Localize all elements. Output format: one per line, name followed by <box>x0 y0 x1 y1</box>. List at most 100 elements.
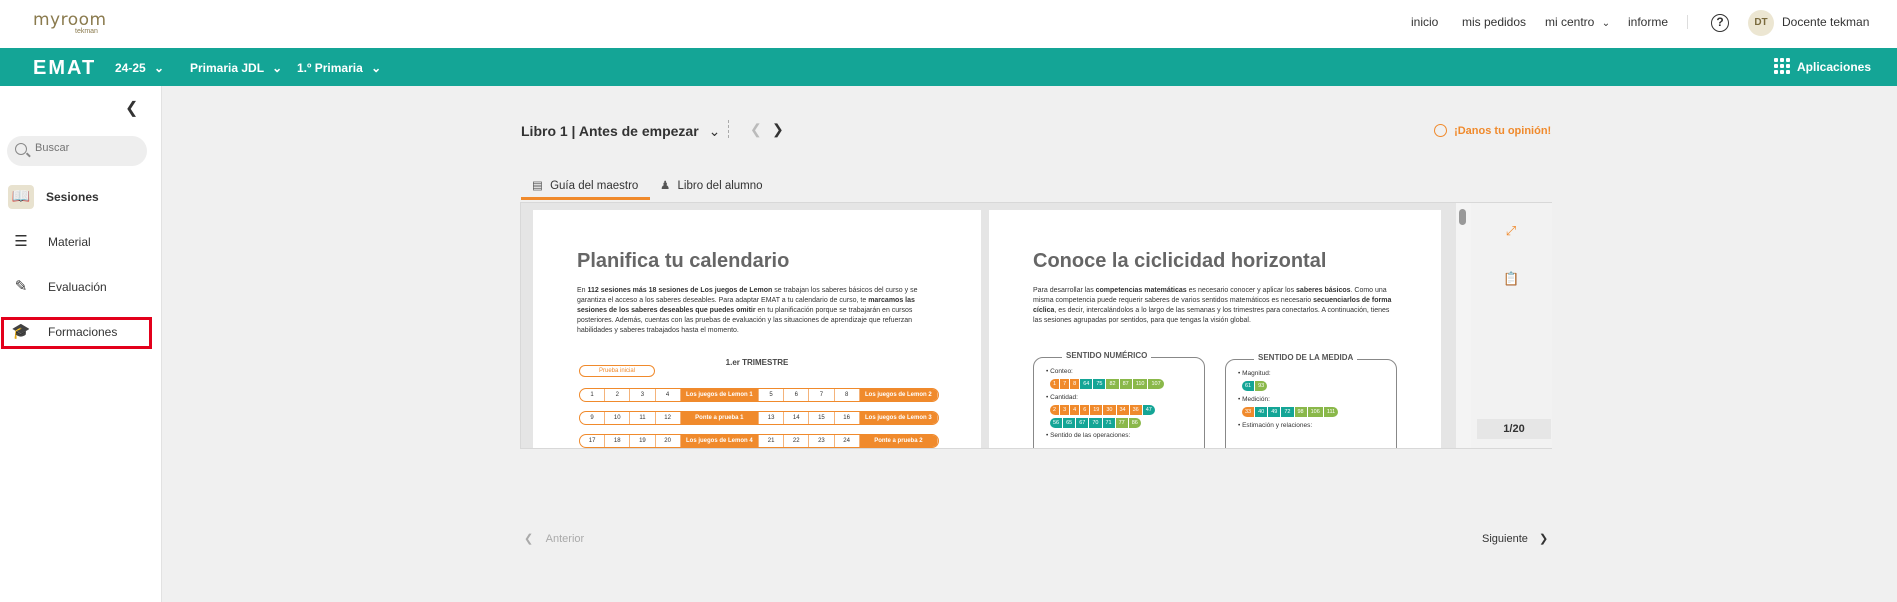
session-chip: 110 <box>1132 379 1148 389</box>
search-icon <box>15 143 27 155</box>
chevron-down-icon: ⌄ <box>708 123 721 139</box>
sidebar-item-label: Sesiones <box>46 190 99 204</box>
estimacion-label: • Estimación y relaciones: <box>1238 422 1313 429</box>
session-chip: 82 <box>1106 379 1119 389</box>
sidebar-item-material[interactable]: ☰ Material <box>0 225 162 259</box>
session-chip: 34 <box>1116 405 1129 415</box>
session-chip: 3 <box>1060 405 1070 415</box>
session-chip: 2 <box>1050 405 1060 415</box>
scrollbar-thumb[interactable] <box>1459 209 1466 225</box>
book-selector[interactable]: Libro 1 | Antes de empezar ⌄ <box>521 123 720 140</box>
page-left: Planifica tu calendario En 112 sesiones … <box>533 210 981 448</box>
sidebar-item-label: Evaluación <box>48 280 107 294</box>
feedback-link[interactable]: ¡Danos tu opinión! <box>1434 124 1551 137</box>
session-chip: 7 <box>1060 379 1070 389</box>
box-title: SENTIDO NUMÉRICO <box>1062 351 1152 360</box>
tab-guia-del-maestro[interactable]: ▤ Guía del maestro <box>521 178 650 200</box>
previous-button[interactable]: ❮ Anterior <box>524 532 584 545</box>
sidebar-item-sesiones[interactable]: 📖 Sesiones <box>0 180 162 214</box>
avatar[interactable]: DT <box>1748 10 1774 36</box>
session-chip: 33 <box>1242 407 1255 417</box>
session-chip: 77 <box>1115 418 1128 428</box>
fullscreen-icon[interactable]: ⤢ <box>1503 223 1519 239</box>
scrollbar[interactable] <box>1456 203 1471 448</box>
nav-mi-centro-label: mi centro <box>1545 15 1595 29</box>
nav-mi-centro[interactable]: mi centro ⌄ <box>1545 15 1610 29</box>
sentido-medida-box: SENTIDO DE LA MEDIDA • Magnitud: 61 93 • … <box>1225 353 1397 448</box>
session-chip: 6 <box>1080 405 1090 415</box>
chevron-left-icon: ❮ <box>524 533 534 545</box>
session-chip: 72 <box>1281 407 1294 417</box>
session-chip: 70 <box>1089 418 1102 428</box>
calendar-row: 1234 Los juegos de Lemon 1 5678 Los jueg… <box>579 388 939 402</box>
stack-icon: ☰ <box>14 233 28 250</box>
session-chip: 67 <box>1076 418 1089 428</box>
nav-informe[interactable]: informe <box>1628 15 1668 29</box>
chevron-down-icon: ⌄ <box>154 61 165 75</box>
next-button[interactable]: Siguiente ❯ <box>1482 532 1548 545</box>
smiley-icon <box>1434 124 1447 137</box>
grade-select[interactable]: 1.º Primaria ⌄ <box>297 61 381 75</box>
chip-row: 2 3 4 6 19 30 34 36 47 <box>1050 405 1155 415</box>
chip-row: 33 40 49 72 98 106 111 <box>1242 407 1339 417</box>
page-right: Conoce la ciclicidad horizontal Para des… <box>989 210 1441 448</box>
cantidad-label: • Cantidad: <box>1046 394 1078 401</box>
next-label: Siguiente <box>1482 533 1528 545</box>
session-chip: 65 <box>1063 418 1076 428</box>
student-icon: ♟ <box>660 180 671 192</box>
myroom-logo[interactable]: myroom tekman <box>33 12 107 36</box>
tab-libro-del-alumno[interactable]: ♟ Libro del alumno <box>660 178 772 200</box>
chip-row: 56 65 67 70 71 77 86 <box>1050 418 1141 428</box>
session-chip: 64 <box>1080 379 1093 389</box>
apps-grid-icon[interactable] <box>1774 58 1790 74</box>
document-pages[interactable]: Planifica tu calendario En 112 sesiones … <box>521 203 1456 448</box>
session-chip: 107 <box>1148 379 1164 389</box>
book-title: Libro 1 | Antes de empezar <box>521 123 699 139</box>
chevron-down-icon: ⌄ <box>272 61 283 75</box>
chip-row: 1 7 8 64 75 82 87 110 107 <box>1050 379 1164 389</box>
clipboard-icon[interactable]: 📋 <box>1503 271 1519 287</box>
session-chip: 36 <box>1129 405 1142 415</box>
collapse-sidebar-icon[interactable]: ❮ <box>125 98 138 118</box>
session-chip: 75 <box>1093 379 1106 389</box>
school-year-select[interactable]: 24-25 ⌄ <box>115 61 164 75</box>
apps-button[interactable]: Aplicaciones <box>1797 60 1871 74</box>
help-icon[interactable]: ? <box>1711 14 1729 32</box>
nav-inicio[interactable]: inicio <box>1411 15 1438 29</box>
session-chip: 40 <box>1255 407 1268 417</box>
next-book-icon[interactable]: ❯ <box>772 121 784 138</box>
nav-mis-pedidos[interactable]: mis pedidos <box>1462 15 1526 29</box>
divider <box>1687 15 1688 29</box>
operaciones-label: • Sentido de las operaciones: <box>1046 432 1131 439</box>
calendar-row: 17 18 19 20 Los juegos de Lemon 4 21 22 23 24 … <box>579 434 939 448</box>
document-viewer: Planifica tu calendario En 112 sesiones … <box>520 202 1552 449</box>
session-chip: 111 <box>1323 407 1339 417</box>
session-chip: 61 <box>1242 381 1255 391</box>
chevron-down-icon: ⌄ <box>1601 18 1611 29</box>
session-chip: 1 <box>1050 379 1060 389</box>
session-chip: 49 <box>1268 407 1281 417</box>
user-name[interactable]: Docente tekman <box>1782 15 1869 29</box>
page-paragraph: En 112 sesiones más 18 sesiones de Los j… <box>577 287 918 334</box>
sidebar-item-evaluacion[interactable]: ✎ Evaluación <box>0 270 162 304</box>
page-paragraph: Para desarrollar las competencias matemá… <box>1033 287 1392 324</box>
magnitud-label: • Magnitud: <box>1238 370 1271 377</box>
session-chip: 30 <box>1103 405 1116 415</box>
school-select[interactable]: Primaria JDL ⌄ <box>190 61 282 75</box>
session-chip: 106 <box>1307 407 1323 417</box>
emat-logo[interactable]: EMAT <box>33 57 96 80</box>
session-chip: 4 <box>1070 405 1080 415</box>
product-bar: EMAT 24-25 ⌄ Primaria JDL ⌄ 1.º Primaria… <box>0 48 1897 86</box>
previous-book-icon[interactable]: ❮ <box>750 121 762 138</box>
chevron-right-icon: ❯ <box>1538 533 1549 545</box>
conteo-label: • Conteo: <box>1046 368 1073 375</box>
search-input[interactable] <box>35 142 140 154</box>
chip-row: 61 93 <box>1242 381 1268 391</box>
sidebar: ❮ 📖 Sesiones ☰ Material ✎ Evaluación 🎓 F… <box>0 86 162 602</box>
school-year-value: 24-25 <box>115 61 146 75</box>
session-chip: 71 <box>1102 418 1115 428</box>
session-chip: 86 <box>1128 418 1141 428</box>
highlight-box <box>1 317 152 349</box>
session-chip: 19 <box>1090 405 1103 415</box>
sentido-numerico-box: SENTIDO NUMÉRICO • Conteo: 1 7 8 64 75 82 87 11… <box>1033 351 1205 448</box>
